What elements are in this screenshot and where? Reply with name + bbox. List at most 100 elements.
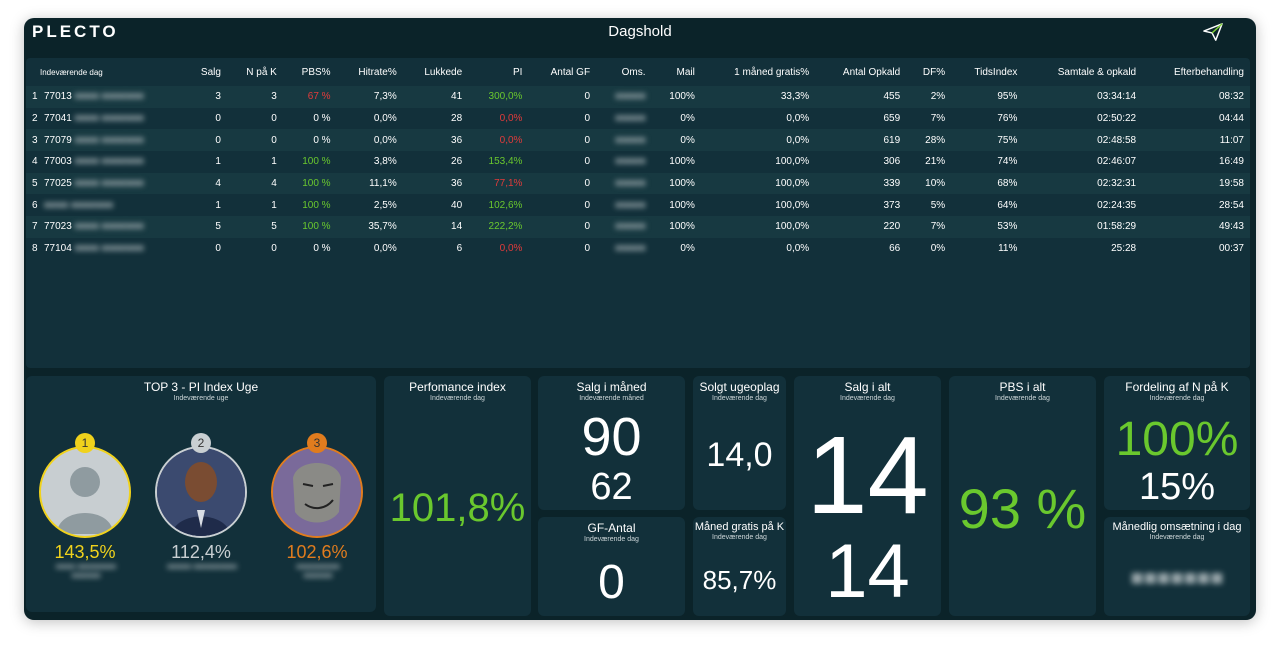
top3-subtitle: Indeværende uge xyxy=(173,395,229,402)
agent-name-blurred: ■■■■ ■■■■■■■ xyxy=(71,113,144,125)
efter-cell: 11:07 xyxy=(1219,134,1244,146)
df-cell: 5% xyxy=(930,199,946,211)
gratis-cell: 0,0% xyxy=(786,243,810,255)
agent-cell: 77104 ■■■■ ■■■■■■■ xyxy=(38,238,185,260)
widget-subtitle: Indeværende dag xyxy=(1149,395,1205,402)
luk-cell: 14 xyxy=(451,221,463,233)
widget-value: 101,8% xyxy=(389,486,526,530)
dashboard-title: Dagshold xyxy=(608,23,672,40)
row-number: 7 xyxy=(32,221,38,233)
rank-badge: 2 xyxy=(191,433,211,453)
send-icon[interactable] xyxy=(1202,22,1224,42)
gf-cell: 0 xyxy=(584,113,591,125)
pi-cell: 153,4% xyxy=(488,156,523,168)
oms-cell-blurred: ■■■■■ xyxy=(615,134,646,146)
pbs-cell: 0 % xyxy=(313,243,331,255)
df-cell: 10% xyxy=(925,178,946,190)
gratis-cell: 0,0% xyxy=(786,134,810,146)
column-header: DF% xyxy=(922,66,946,78)
column-header: Mail xyxy=(676,66,695,78)
oms-cell-blurred: ■■■■■ xyxy=(615,156,646,168)
person-photo-icon xyxy=(157,448,245,536)
npk-cell: 4 xyxy=(271,178,277,190)
fordeling-widget: Fordeling af N på K Indeværende dag 100%… xyxy=(1104,376,1250,510)
pbs-cell: 67 % xyxy=(307,91,331,103)
pi-cell: 222,2% xyxy=(488,221,523,233)
luk-cell: 36 xyxy=(451,178,463,190)
oms-cell-blurred: ■■■■■ xyxy=(615,199,646,211)
top3-name-blurred: ■■■■ ■■■■■■■■ ■■■■■■ xyxy=(55,562,117,580)
column-header: TidsIndex xyxy=(974,66,1018,78)
samtale-cell: 25:28 xyxy=(1111,243,1137,255)
widget-title: Fordeling af N på K xyxy=(1125,380,1229,394)
pi-cell: 102,6% xyxy=(488,199,523,211)
salg-cell: 3 xyxy=(215,91,221,103)
rank-badge: 3 xyxy=(307,433,327,453)
table-row[interactable]: 2 77041 ■■■■ ■■■■■■■ 0 0 0 % 0,0% 28 0,0% 0 ■■■■■… xyxy=(26,107,1250,130)
row-number: 1 xyxy=(32,91,38,103)
table-row[interactable]: 1 77013 ■■■■ ■■■■■■■ 3 3 67 % 7,3% 41 300,0% 0 ■■… xyxy=(26,86,1250,108)
agent-name-blurred: ■■■■ ■■■■■■■ xyxy=(71,243,144,255)
mail-cell: 100% xyxy=(669,178,695,190)
salg-cell: 1 xyxy=(215,199,221,211)
row-number: 3 xyxy=(32,134,38,146)
gratis-cell: 100,0% xyxy=(775,156,810,168)
solgt-ugeoplag-widget: Solgt ugeoplag Indeværende dag 14,0 xyxy=(693,376,786,510)
tid-cell: 95% xyxy=(997,91,1018,103)
npk-cell: 0 xyxy=(271,113,277,125)
table-row[interactable]: 5 77025 ■■■■ ■■■■■■■ 4 4 100 % 11,1% 36 77,1% 0 ■… xyxy=(26,172,1250,195)
hit-cell: 0,0% xyxy=(373,243,397,255)
df-cell: 28% xyxy=(925,134,946,146)
widget-value-secondary: 62 xyxy=(590,466,633,508)
column-header: N på K xyxy=(246,66,277,78)
salg-cell: 0 xyxy=(215,134,221,146)
top3-name-blurred: ■■■■■ ■■■■■■■■■ xyxy=(167,562,237,571)
agent-name-blurred: ■■■■ ■■■■■■■ xyxy=(71,156,144,168)
df-cell: 21% xyxy=(925,156,946,168)
top3-widget: TOP 3 - PI Index Uge Indeværende uge 1 1… xyxy=(26,376,376,612)
df-cell: 7% xyxy=(930,113,946,125)
widget-title: Månedlig omsætning i dag xyxy=(1112,521,1242,533)
widget-title: Solgt ugeoplag xyxy=(699,380,780,394)
samtale-cell: 02:46:07 xyxy=(1097,156,1137,168)
agent-name-blurred: ■■■■ ■■■■■■■ xyxy=(71,178,144,190)
npk-cell: 0 xyxy=(271,243,277,255)
widget-subtitle: Indeværende dag xyxy=(1149,534,1205,541)
df-cell: 7% xyxy=(930,221,946,233)
column-header: Oms. xyxy=(621,66,646,78)
row-number: 6 xyxy=(32,199,38,211)
table-row[interactable]: 7 77023 ■■■■ ■■■■■■■ 5 5 100 % 35,7% 14 222,2% 0… xyxy=(26,216,1250,238)
pbs-cell: 0 % xyxy=(313,113,331,125)
agent-name-blurred: ■■■■ ■■■■■■■ xyxy=(71,221,144,233)
df-cell: 0% xyxy=(930,243,946,255)
gf-antal-widget: GF-Antal Indeværende dag 0 xyxy=(538,517,685,616)
pi-cell: 0,0% xyxy=(499,113,523,125)
mail-cell: 100% xyxy=(669,221,695,233)
gratis-cell: 100,0% xyxy=(775,178,810,190)
widget-subtitle: Indeværende dag xyxy=(712,395,767,402)
table-row[interactable]: 4 77003 ■■■■ ■■■■■■■ 1 1 100 % 3,8% 26 153,4% 0 ■… xyxy=(26,151,1250,173)
column-header: 1 måned gratis% xyxy=(734,66,810,78)
agent-id: 77041 xyxy=(44,113,72,125)
opk-cell: 306 xyxy=(883,156,901,168)
widget-title: Måned gratis på K xyxy=(694,521,785,533)
salg-i-alt-widget: Salg i alt Indeværende dag 14 14 xyxy=(794,376,941,616)
table-row[interactable]: 3 77079 ■■■■ ■■■■■■■ 0 0 0 % 0,0% 36 0,0% 0 ■■■■■… xyxy=(26,129,1250,152)
widget-value: 14,0 xyxy=(706,436,773,474)
widget-subtitle: Indeværende dag xyxy=(995,395,1050,402)
widget-title: GF-Antal xyxy=(587,521,636,535)
agent-id: 77013 xyxy=(44,91,72,103)
samtale-cell: 02:48:58 xyxy=(1097,134,1137,146)
tid-cell: 75% xyxy=(997,134,1018,146)
table-row[interactable]: 8 77104 ■■■■ ■■■■■■■ 0 0 0 % 0,0% 6 0,0% 0 ■■■■■ 0… xyxy=(26,237,1250,260)
hit-cell: 7,3% xyxy=(373,91,397,103)
row-number: 2 xyxy=(32,113,38,125)
top3-value: 102,6% xyxy=(286,542,348,562)
agent-cell: 77041 ■■■■ ■■■■■■■ xyxy=(38,108,185,130)
widget-value-secondary: 14 xyxy=(825,529,910,614)
widget-subtitle: Indeværende dag xyxy=(584,536,639,543)
mail-cell: 100% xyxy=(669,156,695,168)
table-header-row: Indeværende dag Salg N på K PBS% Hitrate% Luk… xyxy=(26,58,1250,86)
table-row[interactable]: 6 ■■■■ ■■■■■■■ 1 1 100 % 2,5% 40 102,6% 0 ■■■■■ 1… xyxy=(26,194,1250,217)
agent-id: 77079 xyxy=(44,134,72,146)
